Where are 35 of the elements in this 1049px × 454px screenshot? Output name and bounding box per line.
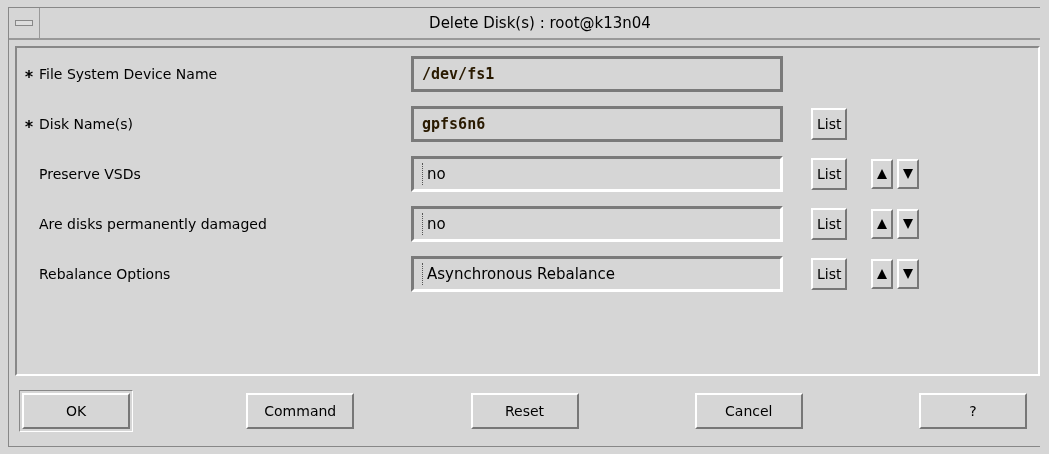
down-triangle-icon: [903, 269, 914, 279]
list-button[interactable]: List: [811, 258, 848, 290]
field-label: Preserve VSDs: [39, 166, 141, 182]
up-triangle-icon: [877, 219, 888, 229]
up-triangle-icon: [877, 169, 888, 179]
asterisk-icon: [25, 70, 33, 78]
field-label: Are disks permanently damaged: [39, 216, 267, 232]
decrement-button[interactable]: [897, 259, 920, 289]
window-menu-icon[interactable]: [15, 20, 33, 26]
list-button[interactable]: List: [811, 208, 848, 240]
input-field[interactable]: gpfs6n6: [411, 106, 783, 142]
window-title: Delete Disk(s) : root@k13n04: [428, 13, 652, 34]
dialog-button[interactable]: ?: [919, 393, 1027, 429]
down-triangle-icon: [903, 219, 914, 229]
field-label: File System Device Name: [39, 66, 218, 82]
increment-button[interactable]: [871, 159, 894, 189]
increment-button[interactable]: [871, 259, 894, 289]
list-button[interactable]: List: [811, 108, 848, 140]
up-triangle-icon: [877, 269, 888, 279]
decrement-button[interactable]: [897, 209, 920, 239]
field-label: Disk Name(s): [39, 116, 134, 132]
input-field[interactable]: /dev/fs1: [411, 56, 783, 92]
option-field[interactable]: Asynchronous Rebalance: [411, 256, 783, 292]
asterisk-icon: [25, 120, 33, 128]
dialog-button[interactable]: Reset: [470, 393, 579, 429]
down-triangle-icon: [903, 169, 914, 179]
dialog-button[interactable]: OK: [22, 393, 130, 429]
dialog-button[interactable]: Cancel: [694, 393, 803, 429]
decrement-button[interactable]: [897, 159, 920, 189]
option-field[interactable]: no: [411, 156, 783, 192]
list-button[interactable]: List: [811, 158, 848, 190]
option-field[interactable]: no: [411, 206, 783, 242]
field-label: Rebalance Options: [39, 266, 171, 282]
dialog-button[interactable]: Command: [246, 393, 355, 429]
increment-button[interactable]: [871, 209, 894, 239]
